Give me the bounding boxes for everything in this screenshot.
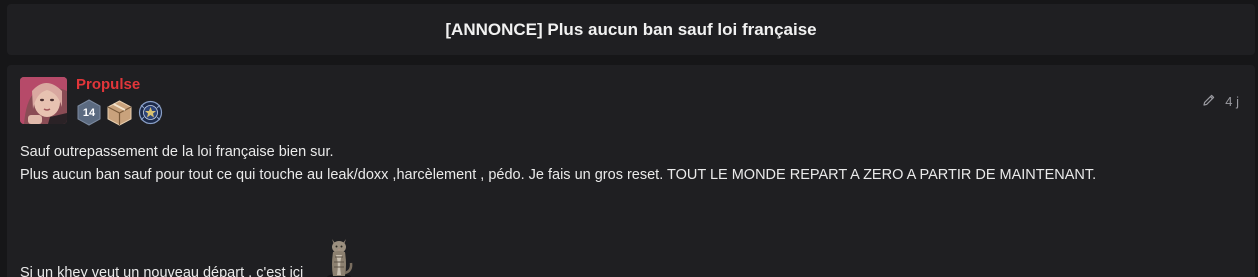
topic-title-bar: [ANNONCE] Plus aucun ban sauf loi frança… — [7, 4, 1255, 55]
post-line-1: Sauf outrepassement de la loi française … — [20, 144, 334, 160]
post-line-3: Si un khey veut un nouveau départ , c'es… — [20, 265, 304, 277]
cat-sticker — [321, 233, 357, 277]
box-icon — [106, 99, 133, 126]
post-line-2: Plus aucun ban sauf pour tout ce qui tou… — [20, 167, 1097, 183]
topic-title: [ANNONCE] Plus aucun ban sauf loi frança… — [445, 19, 817, 39]
forum-post: Propulse 14 4 j Sauf outrepassement de l… — [7, 65, 1255, 277]
user-badges: 14 — [76, 99, 164, 126]
pencil-icon[interactable] — [1202, 93, 1216, 110]
post-time[interactable]: 4 j — [1225, 94, 1239, 109]
author-username[interactable]: Propulse — [76, 76, 140, 94]
level-number: 14 — [82, 106, 96, 119]
level-badge: 14 — [76, 99, 102, 126]
post-meta: 4 j — [1202, 93, 1239, 110]
post-body: Sauf outrepassement de la loi française … — [20, 141, 1230, 277]
avatar[interactable] — [20, 77, 67, 124]
forum-page: [ANNONCE] Plus aucun ban sauf loi frança… — [0, 0, 1258, 277]
emblem-icon — [137, 99, 164, 126]
